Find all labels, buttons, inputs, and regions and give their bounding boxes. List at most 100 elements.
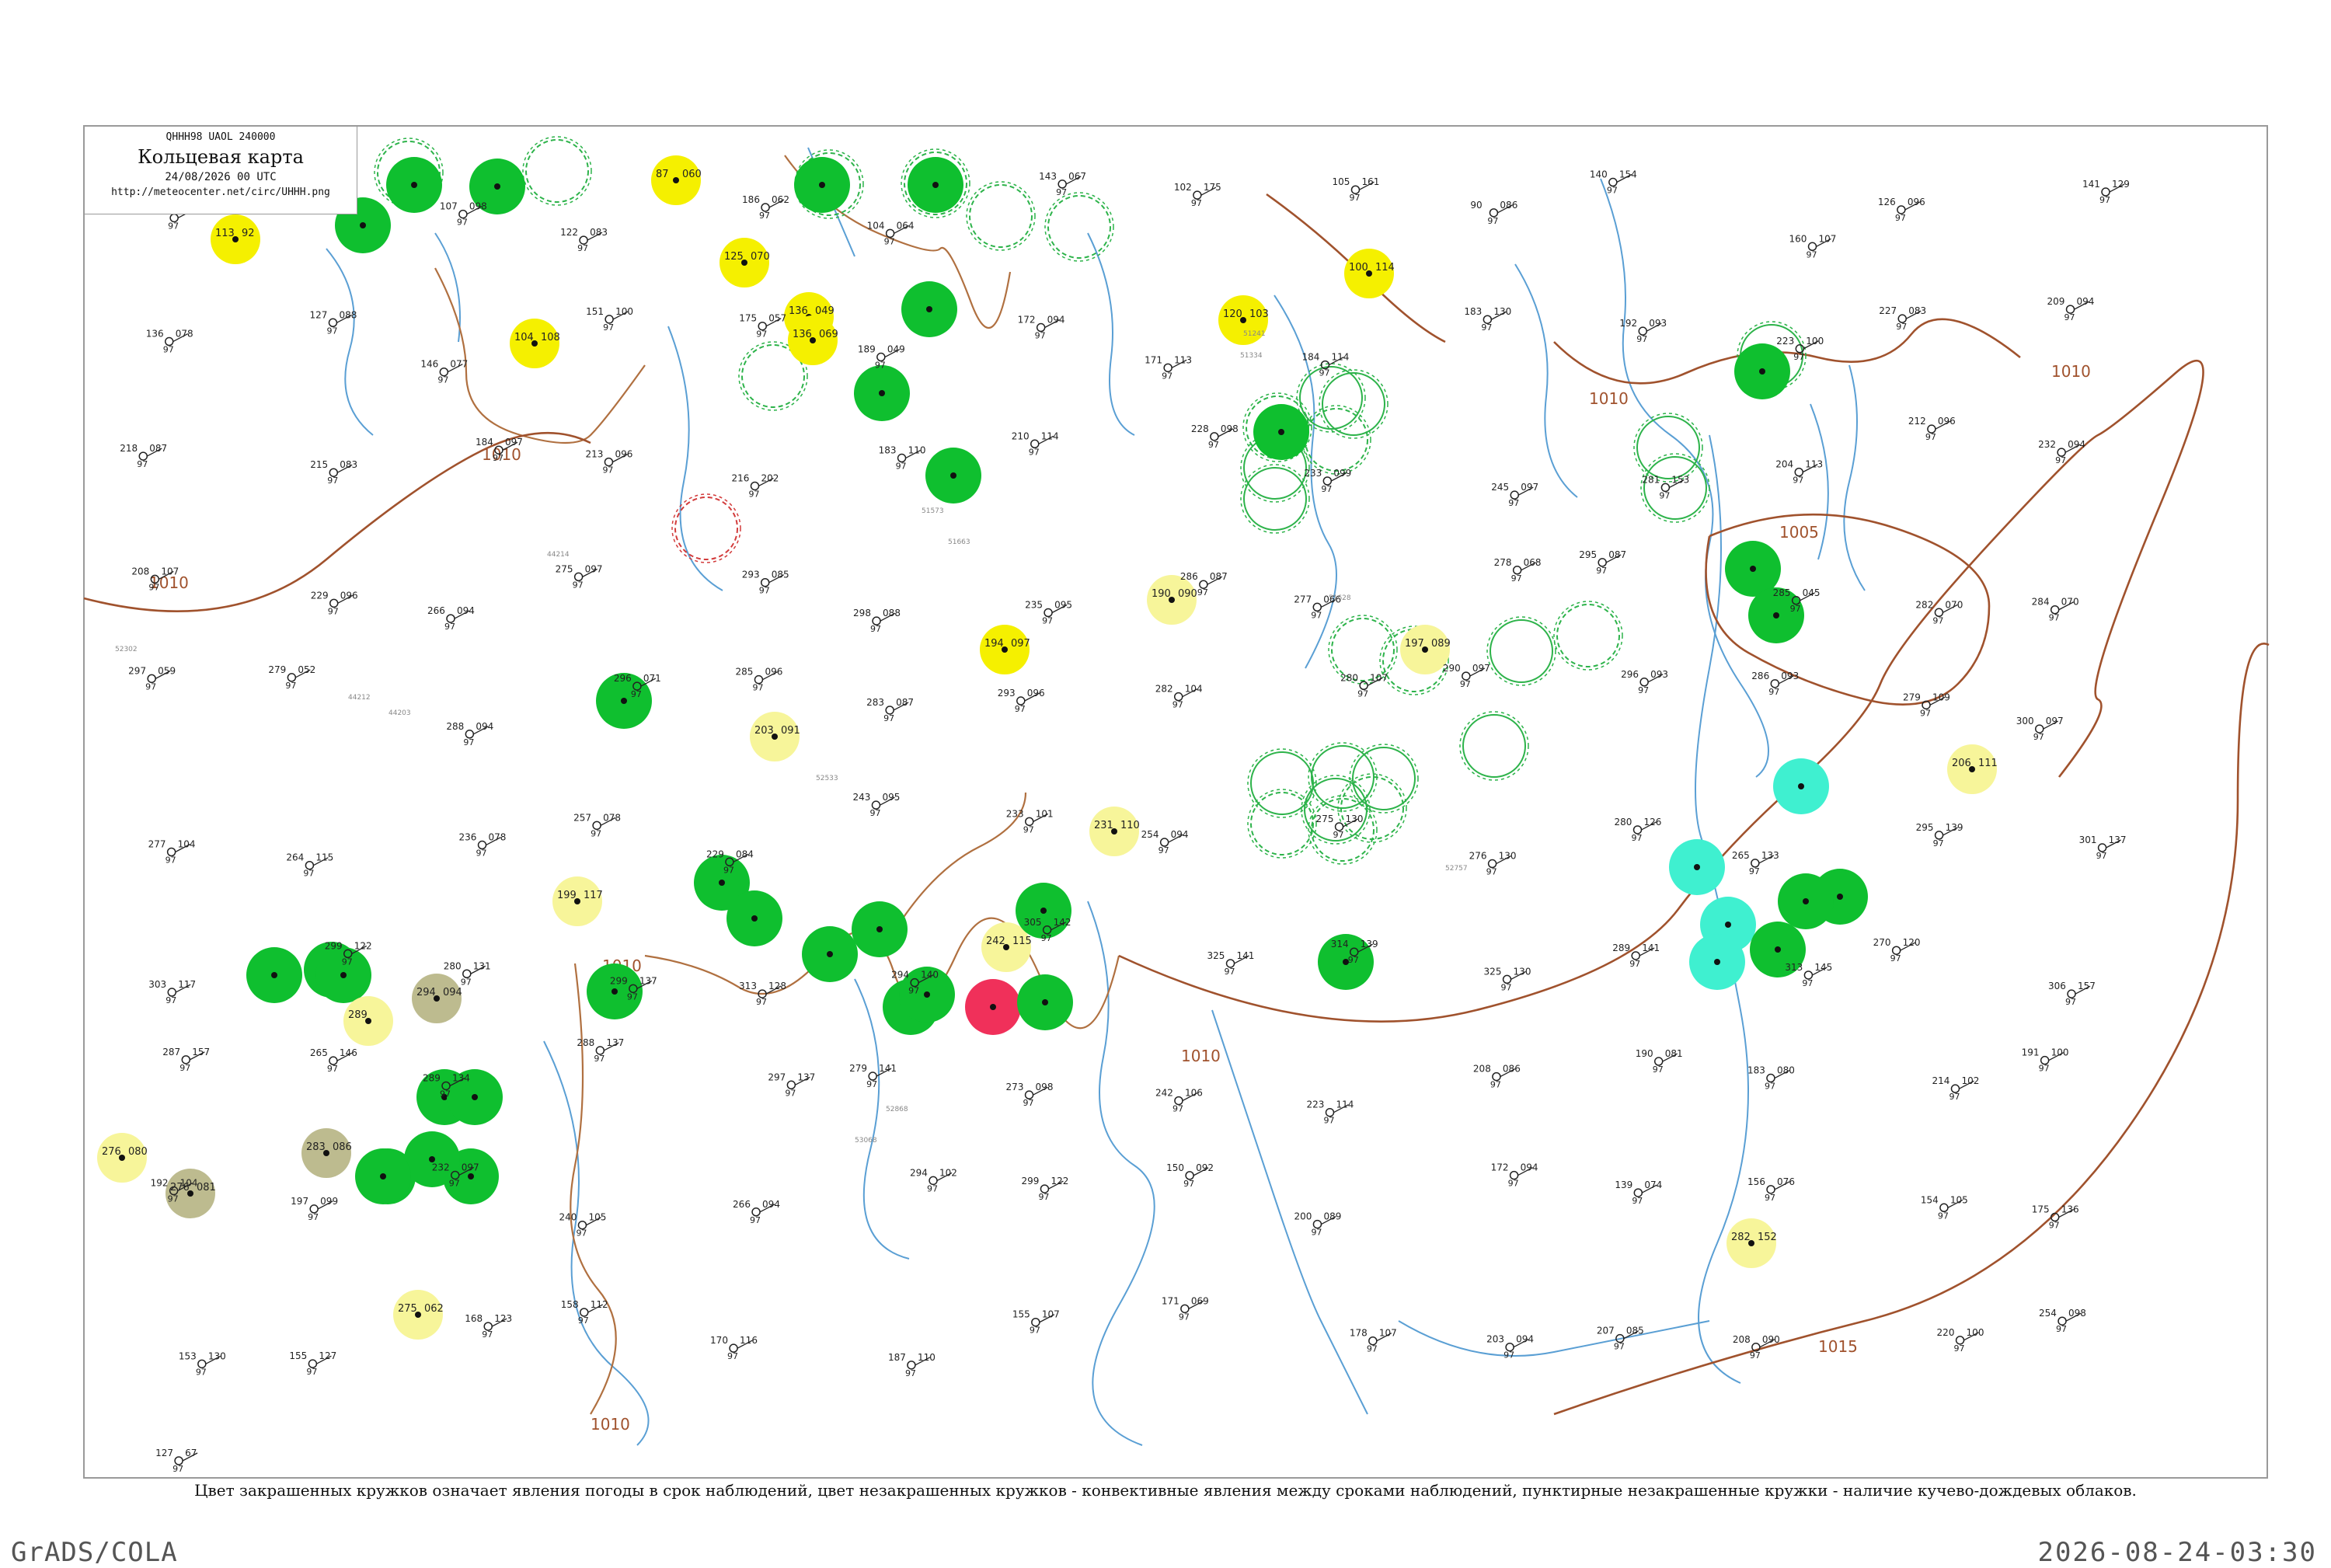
- station-temperature: 297: [768, 1071, 786, 1082]
- station-pressure: 097: [585, 563, 603, 574]
- station-pressure: 096: [615, 449, 632, 460]
- weather-circle: [246, 947, 302, 1003]
- station-temperature: 273: [1006, 1082, 1024, 1092]
- station-visibility: 97: [1023, 824, 1034, 835]
- station-temperature: 208: [1473, 1064, 1491, 1075]
- station-temperature: 285: [735, 667, 753, 678]
- temperature-label: 276: [102, 1146, 121, 1158]
- station-pressure: 110: [908, 445, 926, 456]
- station-visibility: 97: [927, 1183, 938, 1193]
- station-pressure: 085: [1626, 1326, 1644, 1336]
- station-visibility: 97: [1508, 1179, 1519, 1189]
- station-temperature: 286: [1751, 671, 1769, 681]
- station-pressure: 130: [1346, 814, 1364, 824]
- station-dot: [990, 1004, 996, 1010]
- station-temperature: 220: [1937, 1327, 1955, 1338]
- temperature-label: 136: [789, 305, 808, 317]
- station-pressure: 096: [765, 667, 782, 678]
- station-temperature: 257: [573, 812, 591, 823]
- station-visibility: 97: [576, 1228, 587, 1239]
- station-temperature: 102: [1174, 182, 1192, 193]
- station-pressure: 130: [1499, 851, 1517, 862]
- station-pressure: 094: [1516, 1334, 1534, 1345]
- station-dot: [926, 306, 932, 312]
- station-visibility: 97: [723, 865, 734, 875]
- station-temperature: 293: [998, 688, 1016, 699]
- station-pressure: 096: [1908, 197, 1925, 207]
- station-pressure: 130: [1493, 306, 1511, 317]
- station-pressure: 062: [772, 194, 789, 205]
- station-temperature: 254: [2039, 1308, 2057, 1319]
- station-visibility: 97: [2049, 1221, 2060, 1231]
- station-visibility: 97: [1172, 700, 1183, 710]
- station-temperature: 153: [179, 1350, 197, 1361]
- isobar-label: 1010: [2051, 362, 2091, 381]
- station-pressure: 093: [1649, 318, 1667, 329]
- station-visibility: 97: [883, 713, 894, 723]
- weather-circle: [1253, 404, 1309, 460]
- station-temperature: 151: [586, 306, 604, 317]
- station-id: 51334: [1240, 352, 1263, 360]
- station-id: 52533: [816, 775, 838, 782]
- station-visibility: 97: [1636, 334, 1647, 344]
- station-pressure: 120: [1903, 937, 1921, 948]
- station-pressure: 102: [939, 1167, 957, 1178]
- station-temperature: 190: [1636, 1048, 1653, 1059]
- station-pressure: 115: [315, 852, 333, 863]
- station-id: 51628: [1329, 594, 1351, 602]
- weather-ring-map: 1010 1010 1010 1010 1010 1010 1015 1010 …: [83, 125, 2270, 1479]
- station-visibility: 97: [172, 1464, 183, 1474]
- station-temperature: 280: [1615, 817, 1632, 828]
- station-dot: [1694, 864, 1700, 870]
- station-temperature: 175: [2032, 1204, 2050, 1215]
- station-temperature: 299: [610, 975, 628, 986]
- station-id: 51241: [1243, 330, 1266, 338]
- station-pressure: 145: [1814, 962, 1832, 973]
- station-temperature: 275: [1316, 814, 1334, 824]
- station-visibility: 97: [1629, 959, 1640, 969]
- station-pressure: 100: [615, 306, 633, 317]
- station-pressure: 094: [1047, 315, 1065, 326]
- station-pressure: 104: [178, 838, 196, 849]
- station-visibility: 97: [2064, 312, 2075, 322]
- station-visibility: 97: [342, 956, 353, 967]
- station-temperature: 171: [1145, 354, 1162, 365]
- station-dot: [621, 698, 627, 704]
- station-visibility: 97: [727, 1351, 738, 1361]
- station-temperature: 207: [1597, 1326, 1615, 1336]
- station-visibility: 97: [493, 453, 503, 463]
- station-pressure: 084: [736, 848, 754, 859]
- station-temperature: 229: [706, 848, 724, 859]
- station-pressure: 083: [1908, 305, 1926, 316]
- pressure-label: 92: [242, 228, 255, 239]
- station-temperature: 290: [1443, 663, 1461, 674]
- station-temperature: 277: [148, 838, 166, 849]
- station-pressure: 104: [180, 1178, 198, 1189]
- station-dot: [1798, 783, 1804, 789]
- station-pressure: 087: [149, 443, 167, 454]
- footer-software: GrADS/COLA: [11, 1537, 178, 1568]
- map-url[interactable]: http://meteocenter.net/circ/UHHH.png: [85, 186, 357, 198]
- station-temperature: 126: [1878, 197, 1896, 207]
- station-visibility: 97: [2055, 455, 2066, 465]
- station-visibility: 97: [594, 1054, 605, 1064]
- station-dot: [924, 991, 930, 998]
- station-temperature: 141: [2082, 179, 2100, 190]
- pressure-label: 070: [751, 251, 770, 263]
- station-visibility: 97: [1790, 604, 1801, 614]
- station-pressure: 100: [1806, 336, 1824, 347]
- station-visibility: 97: [1015, 704, 1026, 714]
- station-temperature: 289: [423, 1072, 441, 1083]
- station-temperature: 210: [1012, 430, 1030, 441]
- station-visibility: 97: [179, 1063, 190, 1073]
- station-temperature: 284: [2032, 597, 2050, 608]
- station-pressure: 127: [319, 1350, 336, 1361]
- station-temperature: 175: [739, 313, 757, 324]
- station-dot: [380, 1173, 386, 1179]
- station-pressure: 080: [1777, 1065, 1795, 1076]
- temperature-label: 136: [793, 329, 812, 340]
- station-dot: [1775, 946, 1781, 953]
- station-visibility: 97: [1367, 1344, 1378, 1354]
- station-temperature: 215: [310, 459, 328, 470]
- station-visibility: 97: [1159, 845, 1169, 855]
